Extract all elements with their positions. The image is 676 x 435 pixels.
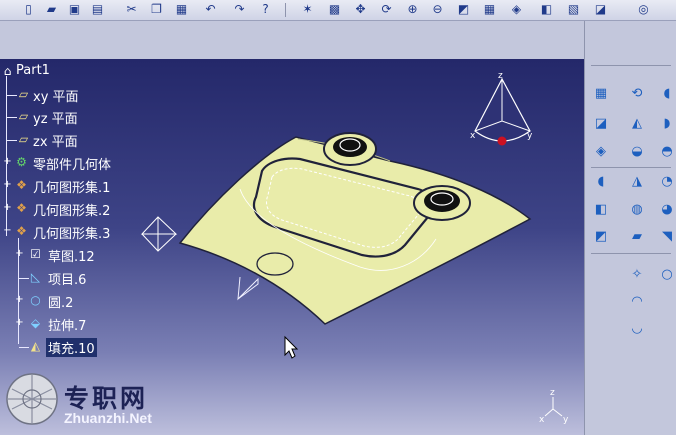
paste-icon[interactable]: ▦: [173, 1, 190, 18]
sweep-icon[interactable]: ◖: [657, 83, 676, 103]
rotate-icon[interactable]: ⟳: [378, 1, 395, 18]
fly-mode-icon[interactable]: ✶: [299, 1, 316, 18]
part-body-icon: ⚙: [16, 155, 27, 169]
compass-y-label: y: [527, 131, 533, 141]
trim-icon[interactable]: ◒: [627, 141, 647, 161]
connect-curve-icon[interactable]: ◡: [627, 318, 647, 338]
plane-icon: ▱: [18, 109, 29, 123]
geometrical-set-icon: ❖: [16, 178, 27, 192]
multi-view-icon[interactable]: ▦: [481, 1, 498, 18]
iso-view-icon[interactable]: ◈: [508, 1, 525, 18]
rotate-element-icon[interactable]: ◍: [627, 199, 647, 219]
compass[interactable]: z x y: [470, 71, 533, 146]
open-icon[interactable]: ▰: [43, 1, 60, 18]
expand-icon[interactable]: +: [0, 178, 15, 192]
axis-y-label: y: [563, 415, 569, 425]
plane-icon: ▱: [18, 87, 29, 101]
tree-item-label: 草图.12: [48, 250, 95, 265]
collapse-icon[interactable]: −: [0, 224, 15, 238]
healing-icon[interactable]: ◮: [627, 171, 647, 191]
part-icon: ⌂: [3, 64, 12, 78]
watermark-url: Zhuanzhi.Net: [64, 410, 152, 426]
circle-icon: ○: [30, 293, 41, 307]
watermark: 专职网 Zhuanzhi.Net: [64, 379, 152, 426]
shading-icon[interactable]: ◧: [538, 1, 555, 18]
standard-toolbar: ▯ ▰ ▣ ▤ ✂ ❐ ▦ ↶ ↷ ? ✶ ▩ ✥ ⟳ ⊕ ⊖ ◩ ▦ ◈ ◧ …: [0, 0, 676, 21]
sketch-icon: ☑: [30, 247, 41, 261]
axis-z-label: z: [550, 388, 555, 398]
axis-to-axis-icon[interactable]: ◥: [657, 226, 676, 246]
settings-icon[interactable]: ◎: [635, 1, 652, 18]
zoom-in-icon[interactable]: ⊕: [404, 1, 421, 18]
extrude-icon: ⬙: [30, 316, 41, 330]
expand-icon[interactable]: +: [12, 316, 27, 330]
blend-icon[interactable]: ◓: [657, 141, 676, 161]
symmetry-icon[interactable]: ◕: [657, 199, 676, 219]
tree-item-label: xy 平面: [33, 90, 79, 105]
tree-item-label: 圆.2: [48, 296, 74, 311]
extract-icon[interactable]: ◔: [657, 171, 676, 191]
toolbar-separator: [285, 3, 286, 17]
watermark-logo-icon: [6, 373, 58, 425]
tree-item-label: yz 平面: [33, 112, 78, 127]
compass-center-icon: [497, 136, 507, 146]
hide-show-icon[interactable]: ▧: [565, 1, 582, 18]
save-icon[interactable]: ▣: [66, 1, 83, 18]
tree-item-label: 几何图形集.3: [33, 227, 111, 242]
expand-icon[interactable]: +: [12, 247, 27, 261]
print-icon[interactable]: ▤: [89, 1, 106, 18]
plane-tool-icon[interactable]: ◠: [627, 291, 647, 311]
offset-surface-icon[interactable]: ◪: [591, 113, 611, 133]
project-icon: ◺: [30, 270, 41, 284]
fill-surface-icon[interactable]: ◭: [627, 113, 647, 133]
circle-tool-icon[interactable]: ○: [657, 264, 676, 284]
expand-icon[interactable]: +: [0, 155, 15, 169]
workbench-toolbars: ▦ ⟲ ◖ ◪ ◭ ◗ ◈ ◒ ◓ ◖ ◮ ◔ ◧ ◍ ◕ ◩ ▰ ◥ ✧ ○ …: [584, 21, 676, 435]
pan-icon[interactable]: ✥: [352, 1, 369, 18]
swap-space-icon[interactable]: ◪: [592, 1, 609, 18]
tree-item-label: 几何图形集.2: [33, 204, 111, 219]
tree-item-label: 项目.6: [48, 273, 87, 288]
compass-x-label: x: [470, 131, 476, 141]
expand-icon[interactable]: +: [0, 201, 15, 215]
revolve-surface-icon[interactable]: ⟲: [627, 83, 647, 103]
tree-item-label-selected: 填充.10: [46, 338, 97, 357]
scaling-icon[interactable]: ◩: [591, 226, 611, 246]
affinity-icon[interactable]: ▰: [627, 226, 647, 246]
extrude-surface-icon[interactable]: ▦: [591, 83, 611, 103]
boss-left-top: [333, 137, 367, 157]
tree-item-label: zx 平面: [33, 135, 78, 150]
axis-system-3d: [140, 216, 178, 252]
whats-this-icon[interactable]: ?: [257, 1, 274, 18]
plane-symbol: [237, 276, 259, 301]
point-icon[interactable]: ✧: [627, 264, 647, 284]
fill-icon: ◭: [30, 339, 41, 353]
multi-section-icon[interactable]: ◗: [657, 113, 676, 133]
undo-icon[interactable]: ↶: [202, 1, 219, 18]
geometrical-set-icon: ❖: [16, 201, 27, 215]
normal-view-icon[interactable]: ◩: [455, 1, 472, 18]
translate-icon[interactable]: ◧: [591, 199, 611, 219]
join-icon[interactable]: ◖: [591, 171, 611, 191]
cut-icon[interactable]: ✂: [123, 1, 140, 18]
split-icon[interactable]: ◈: [591, 141, 611, 161]
redo-icon[interactable]: ↷: [231, 1, 248, 18]
tree-item-label: 拉伸.7: [48, 319, 87, 334]
toolbar-dock-area: [0, 21, 584, 59]
axis-triad: z x y: [539, 388, 569, 425]
axis-x-label: x: [539, 415, 545, 425]
zoom-out-icon[interactable]: ⊖: [429, 1, 446, 18]
mouse-cursor-icon: [284, 335, 299, 359]
expand-icon[interactable]: +: [12, 293, 27, 307]
new-icon[interactable]: ▯: [20, 1, 37, 18]
geometrical-set-icon: ❖: [16, 224, 27, 238]
plane-icon: ▱: [18, 132, 29, 146]
tree-item-label: 几何图形集.1: [33, 181, 111, 196]
compass-z-label: z: [498, 71, 503, 81]
fit-all-icon[interactable]: ▩: [326, 1, 343, 18]
circle-2-shape[interactable]: [256, 252, 294, 276]
copy-icon[interactable]: ❐: [148, 1, 165, 18]
tree-root-label: Part1: [16, 63, 50, 78]
tree-item-label: 零部件几何体: [33, 158, 112, 173]
